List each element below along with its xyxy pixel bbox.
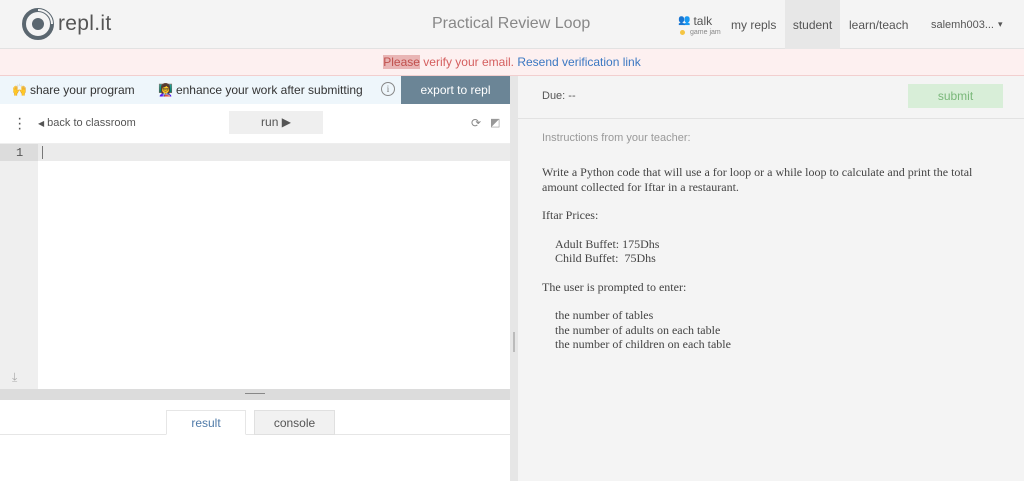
tips-bar: 🙌 share your program 👩‍🏫 enhance your wo…	[0, 76, 510, 104]
active-line-highlight	[38, 144, 510, 161]
price-child: Child Buffet: 75Dhs	[555, 251, 656, 265]
replit-logo[interactable]: repl.it	[22, 8, 111, 40]
page-title: Practical Review Loop	[432, 15, 591, 32]
nav-student[interactable]: student	[785, 0, 840, 49]
teacher-icon: 👩‍🏫	[158, 83, 173, 97]
prompt-title: The user is prompted to enter:	[542, 279, 687, 294]
vertical-splitter[interactable]	[510, 76, 518, 481]
vertical-splitter-grip	[513, 332, 515, 352]
enhance-work-tip[interactable]: 👩‍🏫 enhance your work after submitting	[158, 83, 363, 97]
export-to-repl-button[interactable]: export to repl	[401, 76, 510, 104]
raised-hands-icon: 🙌	[12, 83, 27, 97]
prompt-item: the number of tables	[555, 308, 654, 322]
game-jam-label: game jam	[690, 28, 721, 36]
game-jam-indicator: game jam	[680, 29, 721, 36]
output-panel: result console	[0, 400, 510, 481]
status-dot-icon	[680, 29, 685, 35]
prompts-list: the number of tables the number of adult…	[542, 308, 1008, 352]
more-options-icon[interactable]: · · ·	[17, 111, 22, 137]
talk-icon: 👥	[678, 15, 691, 26]
code-editor[interactable]: 1 ⤓	[0, 144, 510, 389]
banner-text: verify your email.	[419, 55, 518, 69]
logo-text: repl.it	[58, 12, 112, 35]
nav-talk-label: talk	[693, 13, 713, 28]
prices-title: Iftar Prices:	[542, 208, 599, 222]
submit-button[interactable]: submit	[908, 84, 1003, 108]
due-date: Due: --	[542, 90, 576, 102]
nav-my-repls[interactable]: my repls	[731, 0, 776, 49]
username: salemh003...	[931, 18, 994, 31]
share-program-label: share your program	[29, 83, 135, 97]
verify-email-banner: Please verify your email. Resend verific…	[0, 49, 1024, 76]
prompt-item: the number of children on each table	[555, 337, 731, 351]
price-adult: Adult Buffet: 175Dhs	[555, 236, 660, 251]
line-number-gutter	[0, 144, 38, 389]
nav-learn-teach[interactable]: learn/teach	[849, 0, 908, 49]
tab-result[interactable]: result	[166, 410, 246, 435]
splitter-grip	[245, 393, 265, 394]
horizontal-splitter[interactable]	[0, 389, 510, 400]
resend-verification-link[interactable]: Resend verification link	[517, 55, 640, 69]
download-icon[interactable]: ⤓	[12, 370, 17, 385]
prompt-item: the number of adults on each table	[555, 322, 721, 337]
expand-icon[interactable]: ◩	[490, 116, 500, 129]
chevron-down-icon: ▾	[997, 19, 1003, 29]
back-to-classroom-link[interactable]: ◀ back to classroom	[38, 117, 136, 129]
replit-logo-icon	[22, 8, 54, 40]
banner-please: Please	[383, 55, 420, 69]
run-button[interactable]: run ▶	[229, 111, 323, 134]
instructions-label: Instructions from your teacher:	[542, 132, 691, 144]
nav-talk[interactable]: 👥 talk game jam	[678, 0, 721, 49]
reload-icon[interactable]: ⟳	[471, 116, 481, 130]
chevron-left-icon: ◀	[38, 119, 45, 128]
share-program-tip[interactable]: 🙌 share your program	[12, 83, 135, 97]
line-number: 1	[16, 146, 24, 160]
editor-toolbar: · · · ◀ back to classroom run ▶ ⟳ ◩	[0, 104, 510, 144]
instructions-content: Write a Python code that will use a for …	[542, 165, 1008, 366]
enhance-work-label: enhance your work after submitting	[175, 83, 363, 97]
task-text: Write a Python code that will use a for …	[542, 165, 973, 194]
info-icon[interactable]: i	[381, 82, 395, 96]
tab-console[interactable]: console	[254, 410, 335, 435]
user-menu[interactable]: salemh003... ▾	[931, 0, 1003, 49]
divider	[518, 118, 1024, 119]
text-cursor	[42, 146, 43, 159]
top-nav-bar: repl.it Practical Review Loop 👥 talk gam…	[0, 0, 1024, 49]
instructions-pane: Due: -- submit Instructions from your te…	[518, 76, 1024, 481]
prices-list: Adult Buffet: 175Dhs Child Buffet: 75Dhs	[542, 237, 1008, 266]
back-label: back to classroom	[47, 117, 136, 129]
editor-pane: 🙌 share your program 👩‍🏫 enhance your wo…	[0, 76, 510, 481]
